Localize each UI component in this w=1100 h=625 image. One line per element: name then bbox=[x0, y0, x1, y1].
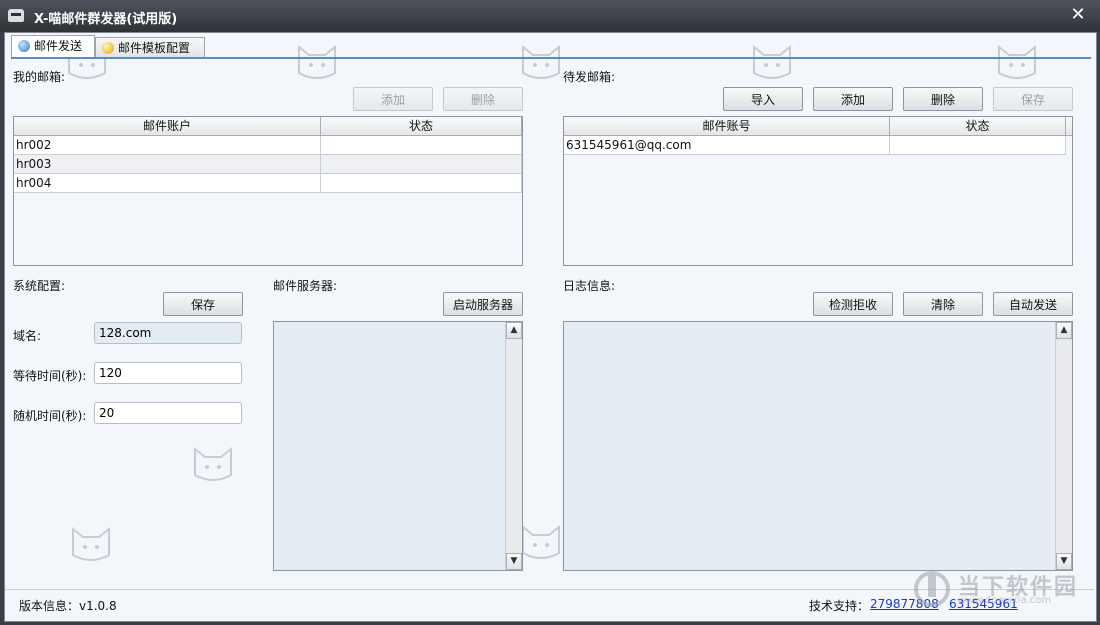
watermark-url: www.downxia.com bbox=[958, 595, 1052, 606]
tab-divider bbox=[11, 57, 1091, 59]
import-button[interactable]: 导入 bbox=[723, 87, 803, 111]
auto-send-button[interactable]: 自动发送 bbox=[993, 292, 1073, 316]
delete-pending-button[interactable]: 删除 bbox=[903, 87, 983, 111]
mail-server-label: 邮件服务器: bbox=[273, 279, 338, 293]
status-cell bbox=[321, 136, 522, 154]
tab-label: 邮件模板配置 bbox=[118, 41, 191, 55]
cat-watermark-icon bbox=[298, 44, 336, 79]
log-output-box[interactable]: ▲ ▼ bbox=[563, 321, 1073, 571]
table-header: 邮件账户 状态 bbox=[14, 117, 522, 136]
scroll-up-icon[interactable]: ▲ bbox=[506, 322, 522, 339]
scroll-down-icon[interactable]: ▼ bbox=[506, 553, 522, 570]
yellow-circle-icon bbox=[102, 42, 114, 54]
column-header[interactable]: 邮件账号 bbox=[564, 117, 890, 135]
blue-circle-icon bbox=[18, 40, 30, 52]
save-config-button[interactable]: 保存 bbox=[163, 292, 243, 316]
app-icon bbox=[8, 9, 24, 22]
domain-field[interactable] bbox=[94, 322, 242, 344]
log-label: 日志信息: bbox=[563, 279, 616, 293]
cat-watermark-icon bbox=[522, 44, 560, 79]
version-info: 版本信息：v1.0.8 bbox=[19, 599, 117, 613]
table-row[interactable]: hr004 bbox=[14, 174, 522, 193]
random-time-label: 随机时间(秒): bbox=[13, 409, 87, 423]
clear-log-button[interactable]: 清除 bbox=[903, 292, 983, 316]
start-server-button[interactable]: 启动服务器 bbox=[443, 292, 523, 316]
wait-time-field[interactable] bbox=[94, 362, 242, 384]
cat-watermark-icon bbox=[522, 524, 560, 559]
server-output-box[interactable]: ▲ ▼ bbox=[273, 321, 523, 571]
window-title: X-喵邮件群发器(试用版) bbox=[34, 12, 178, 27]
server-scrollbar[interactable]: ▲ ▼ bbox=[505, 322, 522, 570]
add-mailbox-button[interactable]: 添加 bbox=[353, 87, 433, 111]
scroll-down-icon[interactable]: ▼ bbox=[1056, 553, 1072, 570]
status-cell bbox=[890, 136, 1066, 154]
site-watermark: 当下软件园 www.downxia.com bbox=[912, 569, 1082, 609]
pending-mailbox-table[interactable]: 邮件账号 状态 631545961@qq.com bbox=[563, 116, 1073, 266]
check-reject-button[interactable]: 检测拒收 bbox=[813, 292, 893, 316]
cat-watermark-icon bbox=[753, 44, 791, 79]
title-bar: X-喵邮件群发器(试用版) ✕ bbox=[0, 0, 1100, 32]
add-pending-button[interactable]: 添加 bbox=[813, 87, 893, 111]
random-time-field[interactable] bbox=[94, 402, 242, 424]
account-cell: hr003 bbox=[14, 155, 321, 173]
table-header: 邮件账号 状态 bbox=[564, 117, 1072, 136]
tab-label: 邮件发送 bbox=[34, 39, 83, 53]
cat-watermark-icon bbox=[194, 446, 232, 481]
log-scrollbar[interactable]: ▲ ▼ bbox=[1055, 322, 1072, 570]
system-config-label: 系统配置: bbox=[13, 279, 66, 293]
account-cell: 631545961@qq.com bbox=[564, 136, 890, 154]
table-row[interactable]: hr003 bbox=[14, 155, 522, 174]
pending-mailbox-label: 待发邮箱: bbox=[563, 70, 616, 84]
save-pending-button[interactable]: 保存 bbox=[993, 87, 1073, 111]
tab-mail-send[interactable]: 邮件发送 bbox=[11, 35, 95, 58]
close-icon[interactable]: ✕ bbox=[1066, 4, 1090, 26]
status-cell bbox=[321, 174, 522, 192]
main-client-area: 邮件发送 邮件模板配置 我的邮箱: 添加 删除 邮件账户 状态 hr002 hr… bbox=[4, 32, 1097, 622]
column-header[interactable]: 状态 bbox=[890, 117, 1066, 135]
cat-watermark-icon bbox=[998, 44, 1036, 79]
watermark-logo-icon bbox=[914, 571, 950, 607]
cat-watermark-icon bbox=[72, 526, 110, 561]
column-header[interactable]: 状态 bbox=[321, 117, 522, 135]
app-window: X-喵邮件群发器(试用版) ✕ 邮件发送 邮件模板配置 我的邮箱: 添加 删除 bbox=[0, 0, 1100, 625]
table-row[interactable]: 631545961@qq.com bbox=[564, 136, 1066, 155]
domain-label: 域名: bbox=[13, 329, 42, 343]
account-cell: hr004 bbox=[14, 174, 321, 192]
wait-time-label: 等待时间(秒): bbox=[13, 369, 87, 383]
scroll-up-icon[interactable]: ▲ bbox=[1056, 322, 1072, 339]
tab-template-config[interactable]: 邮件模板配置 bbox=[95, 37, 205, 58]
table-row[interactable]: hr002 bbox=[14, 136, 522, 155]
column-header[interactable]: 邮件账户 bbox=[14, 117, 321, 135]
support-label: 技术支持： bbox=[809, 599, 870, 613]
my-mailbox-table[interactable]: 邮件账户 状态 hr002 hr003 hr004 bbox=[13, 116, 523, 266]
status-cell bbox=[321, 155, 522, 173]
my-mailbox-label: 我的邮箱: bbox=[13, 70, 66, 84]
account-cell: hr002 bbox=[14, 136, 321, 154]
delete-mailbox-button[interactable]: 删除 bbox=[443, 87, 523, 111]
